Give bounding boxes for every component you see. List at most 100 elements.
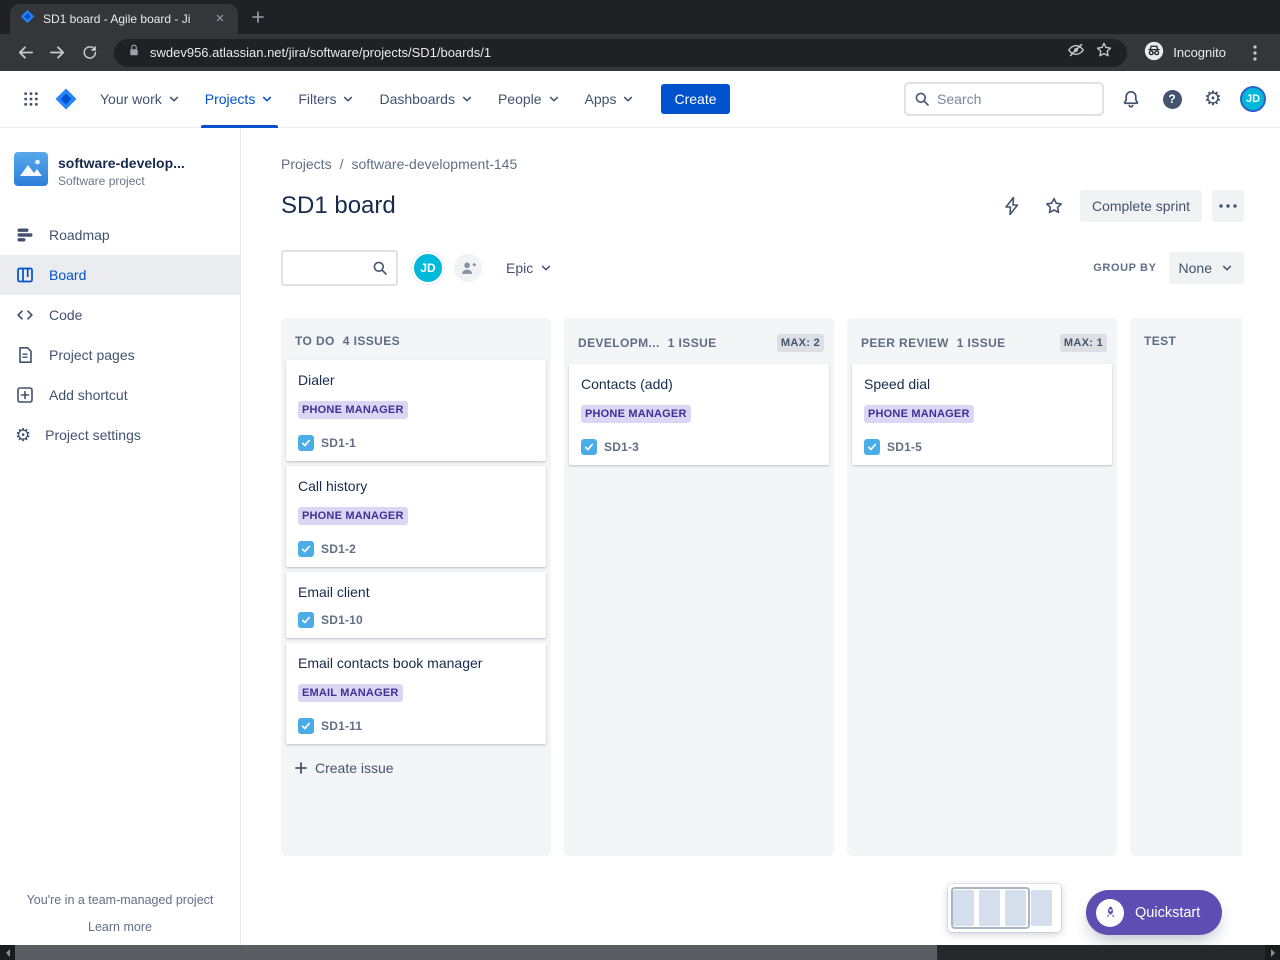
minimap-viewport[interactable] (951, 887, 1030, 929)
chevron-down-icon (263, 96, 272, 102)
column-count: 1 ISSUE (956, 336, 1006, 350)
browser-tab[interactable]: SD1 board - Agile board - Ji × (10, 4, 238, 34)
issue-card[interactable]: Email contacts book manager EMAIL MANAGE… (286, 643, 546, 744)
column-name: DEVELOPM... (578, 336, 660, 350)
bookmark-star-icon[interactable] (1095, 41, 1113, 64)
add-shortcut-icon (17, 387, 33, 403)
sidebar-item-label: Add shortcut (49, 387, 128, 403)
browser-toolbar: swdev956.atlassian.net/jira/software/pro… (0, 34, 1280, 71)
column-name: TEST (1144, 334, 1177, 348)
issue-card[interactable]: Call history PHONE MANAGER SD1-2 (286, 466, 546, 567)
app-switcher-icon[interactable] (14, 82, 48, 116)
global-search[interactable] (904, 82, 1104, 116)
user-avatar[interactable]: JD (1240, 86, 1266, 112)
column-header: DEVELOPM... 1 ISSUE MAX: 2 (564, 318, 834, 364)
member-avatar[interactable]: JD (412, 252, 444, 284)
nav-filters[interactable]: Filters (286, 71, 367, 128)
board-minimap[interactable] (948, 884, 1061, 932)
column-name: TO DO (295, 334, 335, 348)
column-header: PEER REVIEW 1 ISSUE MAX: 1 (847, 318, 1117, 364)
nav-your-work[interactable]: Your work (88, 71, 193, 128)
sidebar-item-project-pages[interactable]: Project pages (0, 335, 240, 375)
epic-filter-dropdown[interactable]: Epic (506, 260, 553, 276)
scroll-left-arrow[interactable] (0, 945, 15, 960)
lock-icon (128, 43, 140, 62)
issue-key: SD1-2 (321, 542, 357, 556)
incognito-icon (1143, 40, 1165, 65)
create-issue-label: Create issue (315, 760, 394, 776)
browser-menu-icon[interactable] (1240, 38, 1270, 68)
nav-people[interactable]: People (486, 71, 573, 128)
board-search-input[interactable] (291, 260, 372, 276)
issue-card[interactable]: Contacts (add) PHONE MANAGER SD1-3 (569, 364, 829, 465)
sidebar-item-add-shortcut[interactable]: Add shortcut (0, 375, 240, 415)
project-type: Software project (58, 174, 145, 188)
create-issue-button[interactable]: Create issue (286, 752, 546, 784)
epic-badge: PHONE MANAGER (298, 507, 408, 525)
task-type-icon (864, 439, 880, 455)
column-todo: TO DO 4 ISSUES Dialer PHONE MANAGER SD1-… (281, 318, 551, 856)
pages-icon (19, 347, 32, 363)
issue-title: Call history (298, 478, 368, 494)
breadcrumb-projects-link[interactable]: Projects (281, 156, 332, 172)
sidebar-item-label: Roadmap (49, 227, 110, 243)
group-by-label: GROUP BY (1093, 262, 1157, 274)
scrollbar-thumb[interactable] (15, 945, 937, 960)
eye-off-icon[interactable] (1067, 41, 1085, 64)
column-test: TEST (1130, 318, 1242, 856)
board-scroll-area[interactable]: TO DO 4 ISSUES Dialer PHONE MANAGER SD1-… (281, 318, 1242, 856)
complete-sprint-button[interactable]: Complete sprint (1079, 190, 1202, 222)
minimap-column (1031, 890, 1052, 926)
forward-button[interactable] (42, 38, 72, 68)
sidebar-item-roadmap[interactable]: Roadmap (0, 215, 240, 255)
incognito-badge: Incognito (1143, 40, 1226, 65)
search-icon (915, 92, 929, 106)
learn-more-link[interactable]: Learn more (16, 920, 224, 934)
nav-label: People (497, 91, 542, 107)
jira-logo-icon[interactable] (54, 87, 78, 111)
project-avatar (14, 152, 48, 191)
board-main: Projects / software-development-145 SD1 … (241, 128, 1280, 960)
sidebar-item-board[interactable]: Board (0, 255, 240, 295)
quickstart-button[interactable]: Quickstart (1086, 890, 1223, 935)
insights-lightning-icon[interactable] (996, 190, 1028, 222)
epic-badge: PHONE MANAGER (581, 405, 691, 423)
issue-card[interactable]: Dialer PHONE MANAGER SD1-1 (286, 360, 546, 461)
nav-dashboards[interactable]: Dashboards (367, 71, 486, 128)
task-type-icon (298, 435, 314, 451)
global-search-input[interactable] (937, 91, 1094, 107)
issue-card[interactable]: Email client SD1-10 (286, 572, 546, 638)
add-people-icon[interactable] (452, 252, 484, 284)
horizontal-scrollbar[interactable] (0, 945, 1280, 960)
new-tab-button[interactable] (244, 3, 272, 31)
star-board-icon[interactable] (1038, 190, 1070, 222)
breadcrumb-project-link[interactable]: software-development-145 (351, 156, 517, 172)
epic-badge: PHONE MANAGER (298, 401, 408, 419)
issue-title: Dialer (298, 372, 335, 388)
incognito-label: Incognito (1173, 45, 1226, 60)
issue-title: Speed dial (864, 376, 931, 392)
nav-apps[interactable]: Apps (573, 71, 648, 128)
create-button[interactable]: Create (661, 84, 730, 114)
board-search[interactable] (281, 250, 398, 286)
issue-key: SD1-3 (604, 440, 640, 454)
group-by-value: None (1178, 260, 1212, 276)
sidebar-item-code[interactable]: Code (0, 295, 240, 335)
reload-button[interactable] (74, 38, 104, 68)
sidebar-item-project-settings[interactable]: ⚙ Project settings (0, 415, 240, 455)
settings-gear-icon[interactable]: ⚙ (1199, 85, 1227, 113)
group-by-dropdown[interactable]: None (1168, 252, 1244, 284)
column-peer-review: PEER REVIEW 1 ISSUE MAX: 1 Speed dial PH… (847, 318, 1117, 856)
issue-card[interactable]: Speed dial PHONE MANAGER SD1-5 (852, 364, 1112, 465)
board-more-icon[interactable] (1212, 190, 1244, 222)
back-button[interactable] (10, 38, 40, 68)
scroll-right-arrow[interactable] (1265, 945, 1280, 960)
tab-close-icon[interactable]: × (212, 11, 228, 27)
nav-projects[interactable]: Projects (193, 71, 287, 128)
url-bar[interactable]: swdev956.atlassian.net/jira/software/pro… (114, 38, 1128, 67)
chevron-down-icon (542, 265, 551, 271)
notifications-bell-icon[interactable] (1117, 85, 1145, 113)
help-icon[interactable]: ? (1158, 85, 1186, 113)
app-header: Your work Projects Filters Dashboards Pe… (0, 71, 1280, 128)
sidebar-item-label: Project pages (49, 347, 135, 363)
